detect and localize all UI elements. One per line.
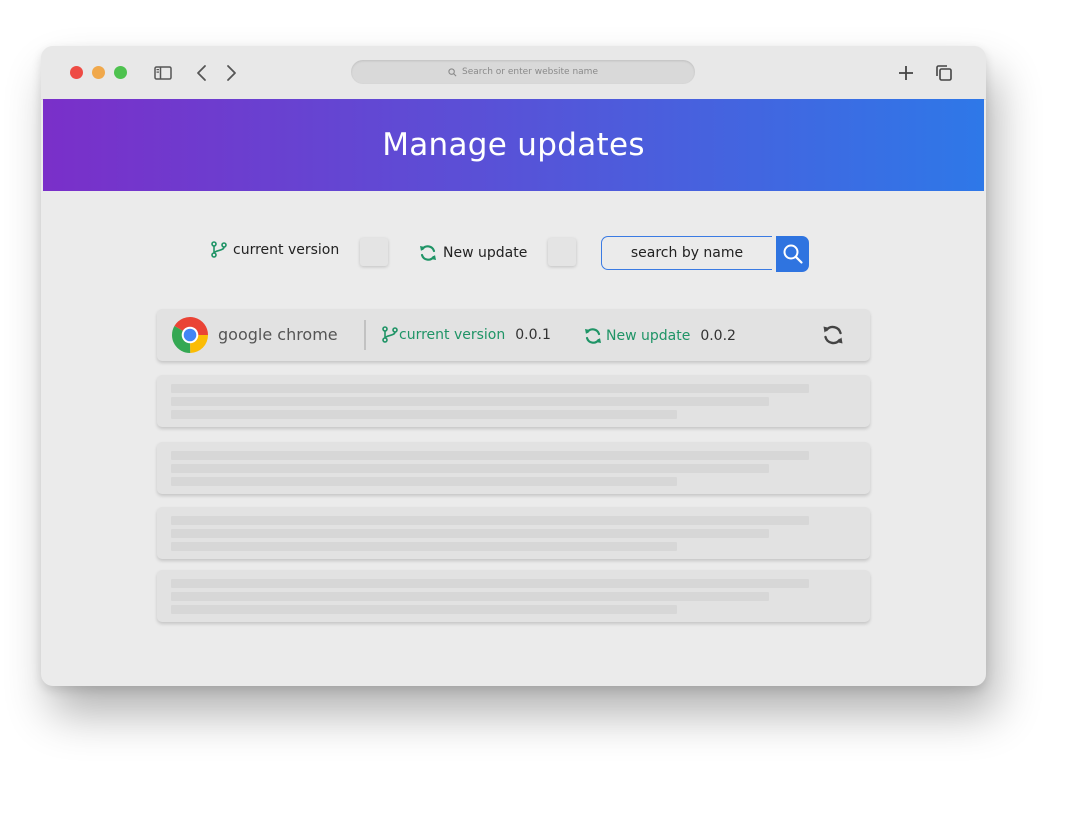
- skeleton-line: [171, 477, 677, 486]
- skeleton-line: [171, 605, 677, 614]
- current-version-filter-label: current version: [210, 241, 339, 259]
- search-icon: [783, 244, 803, 264]
- current-version-value: 0.0.1: [515, 327, 551, 343]
- placeholder-row: [157, 570, 870, 622]
- app-name: google chrome: [218, 325, 338, 344]
- sync-icon: [585, 328, 601, 344]
- skeleton-line: [171, 397, 769, 406]
- tabs-overview-icon[interactable]: [934, 63, 954, 83]
- browser-toolbar: Search or enter website name: [41, 46, 986, 100]
- chrome-logo-icon: [171, 316, 209, 354]
- sidebar-toggle-icon[interactable]: [153, 63, 173, 83]
- sync-icon: [420, 245, 436, 261]
- skeleton-line: [171, 516, 809, 525]
- back-arrow-icon[interactable]: [192, 63, 212, 83]
- new-update-filter-text: New update: [443, 245, 528, 261]
- skeleton-line: [171, 410, 677, 419]
- new-update-info: New update 0.0.2: [583, 326, 736, 346]
- minimize-window-button[interactable]: [92, 66, 105, 79]
- page-title: Manage updates: [382, 127, 645, 163]
- plus-icon[interactable]: [896, 63, 916, 83]
- search-input[interactable]: [601, 236, 772, 270]
- current-version-filter-text: current version: [233, 242, 340, 258]
- current-version-checkbox[interactable]: [360, 238, 388, 266]
- current-version-label: current version: [399, 327, 506, 343]
- skeleton-line: [171, 451, 809, 460]
- placeholder-row: [157, 442, 870, 494]
- git-branch-icon: [382, 326, 398, 343]
- skeleton-line: [171, 464, 769, 473]
- skeleton-line: [171, 542, 677, 551]
- skeleton-line: [171, 529, 769, 538]
- git-branch-icon: [211, 241, 227, 258]
- address-search-icon: [448, 67, 457, 76]
- skeleton-line: [171, 579, 809, 588]
- placeholder-row: [157, 507, 870, 559]
- address-bar[interactable]: Search or enter website name: [351, 60, 695, 84]
- page-header: Manage updates: [43, 99, 984, 191]
- row-divider: [364, 320, 366, 350]
- current-version-info: current version 0.0.1: [381, 326, 551, 344]
- new-update-filter-label: New update: [418, 243, 527, 263]
- skeleton-line: [171, 384, 809, 393]
- close-window-button[interactable]: [70, 66, 83, 79]
- app-row: google chrome current version 0.0.1 New …: [157, 309, 870, 361]
- search-button[interactable]: [776, 236, 809, 272]
- search-box: [601, 236, 809, 272]
- zoom-window-button[interactable]: [114, 66, 127, 79]
- forward-arrow-icon[interactable]: [221, 63, 241, 83]
- browser-window: Search or enter website name Manage upda…: [41, 46, 986, 686]
- new-update-value: 0.0.2: [700, 328, 736, 344]
- refresh-icon[interactable]: [821, 323, 845, 347]
- address-bar-placeholder: Search or enter website name: [462, 67, 598, 77]
- skeleton-line: [171, 592, 769, 601]
- new-update-checkbox[interactable]: [548, 238, 576, 266]
- new-update-label: New update: [606, 328, 691, 344]
- placeholder-row: [157, 375, 870, 427]
